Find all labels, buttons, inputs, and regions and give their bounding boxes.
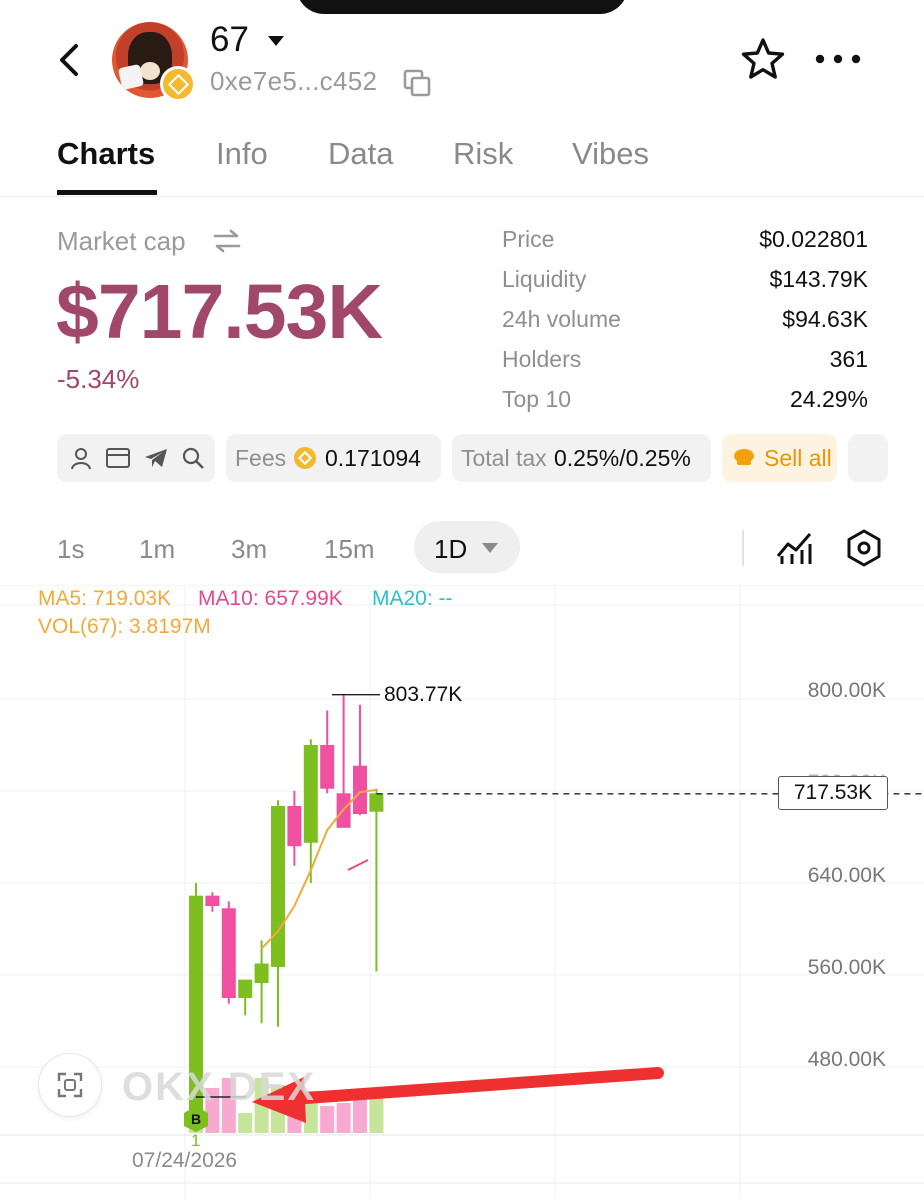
back-arrow-icon[interactable]: [52, 40, 88, 80]
candle-body: [320, 745, 335, 789]
tax-chip: Total tax 0.25%/0.25%: [452, 434, 711, 482]
buy-marker-letter: B: [191, 1111, 201, 1127]
volume-bar: [238, 1113, 253, 1133]
user-icon[interactable]: [69, 446, 93, 470]
interval-active-label: 1D: [434, 534, 468, 564]
stat-top10: Top 10 24.29%: [502, 386, 868, 426]
fullscreen-button[interactable]: [38, 1053, 102, 1117]
contract-address: 0xe7e5...c452: [210, 66, 378, 96]
sell-all-icon: [734, 449, 754, 465]
token-stats: Price $0.022801 Liquidity $143.79K 24h v…: [502, 226, 868, 426]
stat-holders: Holders 361: [502, 346, 868, 386]
sell-all-button[interactable]: Sell all: [722, 434, 837, 482]
swap-icon[interactable]: [212, 228, 242, 254]
fees-chip: Fees 0.171094: [226, 434, 441, 482]
red-arrow-shaft: [286, 1067, 664, 1105]
stat-value: $94.63K: [782, 306, 868, 332]
tab-risk[interactable]: Risk: [453, 136, 513, 172]
stat-label: 24h volume: [502, 306, 621, 332]
stat-label: Liquidity: [502, 266, 587, 292]
ma10-legend: MA10: 657.99K: [198, 587, 343, 610]
sell-all-label: Sell all: [764, 445, 832, 471]
stat-label: Price: [502, 226, 555, 252]
volume-legend: VOL(67): 3.8197M: [38, 615, 211, 638]
bnb-coin-icon: [294, 447, 316, 469]
candle-body: [303, 745, 318, 843]
market-cap-value: $717.53K: [56, 269, 383, 355]
volume-bar: [320, 1106, 335, 1133]
tab-info[interactable]: Info: [216, 136, 268, 172]
price-chart[interactable]: MA5: 719.03K MA10: 657.99K MA20: -- VOL(…: [0, 585, 924, 1199]
website-icon[interactable]: [105, 446, 131, 470]
tax-value: 0.25%/0.25%: [554, 445, 691, 471]
avatar-mouth: [140, 62, 160, 80]
stat-label: Holders: [502, 346, 582, 372]
candle-body: [221, 908, 236, 998]
x-axis-date: 07/24/2026: [132, 1149, 238, 1172]
ma20-legend: MA20: --: [372, 587, 453, 610]
candle-body: [353, 765, 367, 814]
more-icon[interactable]: [812, 44, 864, 74]
more-chip[interactable]: [848, 434, 888, 482]
interval-1s[interactable]: 1s: [57, 534, 84, 565]
search-icon[interactable]: [181, 446, 205, 470]
indicator-icon[interactable]: [774, 528, 814, 568]
y-tick-label: 800.00K: [807, 679, 886, 702]
tab-bar: Charts Info Data Risk Vibes: [0, 128, 924, 197]
stat-price: Price $0.022801: [502, 226, 868, 266]
candle-body: [369, 793, 384, 812]
current-price-tag: 717.53K: [778, 776, 888, 810]
tax-label: Total tax: [461, 445, 547, 471]
bnb-chain-icon: [160, 66, 196, 102]
y-tick-label: 640.00K: [807, 864, 886, 887]
ma5-legend: MA5: 719.03K: [38, 587, 172, 610]
y-tick-label: 480.00K: [807, 1048, 886, 1071]
stat-value: 24.29%: [789, 386, 868, 412]
y-tick-label: 560.00K: [807, 956, 886, 979]
tab-vibes[interactable]: Vibes: [572, 136, 649, 172]
divider: [742, 530, 744, 566]
interval-3m[interactable]: 3m: [231, 534, 267, 565]
token-name[interactable]: 67: [210, 20, 249, 60]
chevron-down-icon[interactable]: [268, 36, 284, 46]
interval-1d-dropdown[interactable]: 1D: [414, 521, 520, 573]
settings-icon[interactable]: [844, 528, 884, 568]
copy-icon[interactable]: [402, 68, 432, 98]
volume-bar: [353, 1095, 367, 1133]
dice-icon: [117, 63, 145, 91]
candle-body: [238, 979, 253, 998]
volume-bar: [336, 1103, 351, 1133]
buy-marker[interactable]: B: [183, 1105, 209, 1133]
market-cap-change: -5.34%: [57, 364, 140, 394]
stat-value: $0.022801: [759, 226, 868, 252]
okx-dex-watermark: OKX DEX: [122, 1065, 317, 1109]
candles: [189, 694, 384, 1113]
tab-data[interactable]: Data: [328, 136, 393, 172]
candle-body: [254, 963, 269, 984]
candle-body: [271, 805, 285, 967]
high-price-label: 803.77K: [384, 683, 463, 706]
telegram-icon[interactable]: [143, 446, 169, 470]
stat-volume: 24h volume $94.63K: [502, 306, 868, 346]
stat-liquidity: Liquidity $143.79K: [502, 266, 868, 306]
stat-value: 361: [829, 346, 868, 372]
buy-count: 1: [191, 1131, 201, 1150]
candle-body: [205, 895, 220, 906]
chevron-down-icon: [482, 543, 498, 553]
stat-label: Top 10: [502, 386, 572, 412]
fees-value: 0.171094: [325, 445, 421, 471]
market-cap-label: Market cap: [57, 226, 186, 256]
fullscreen-icon: [57, 1072, 83, 1098]
candle-body: [287, 805, 302, 847]
active-tab-indicator: [57, 190, 157, 195]
social-links-chip: [57, 434, 215, 482]
interval-1m[interactable]: 1m: [139, 534, 175, 565]
fees-label: Fees: [235, 445, 287, 471]
stat-value: $143.79K: [769, 266, 868, 292]
tab-charts[interactable]: Charts: [57, 136, 155, 172]
ma10-line: [347, 859, 369, 871]
camera-notch: [296, 0, 628, 14]
star-icon[interactable]: [740, 36, 786, 82]
interval-15m[interactable]: 15m: [324, 534, 375, 565]
